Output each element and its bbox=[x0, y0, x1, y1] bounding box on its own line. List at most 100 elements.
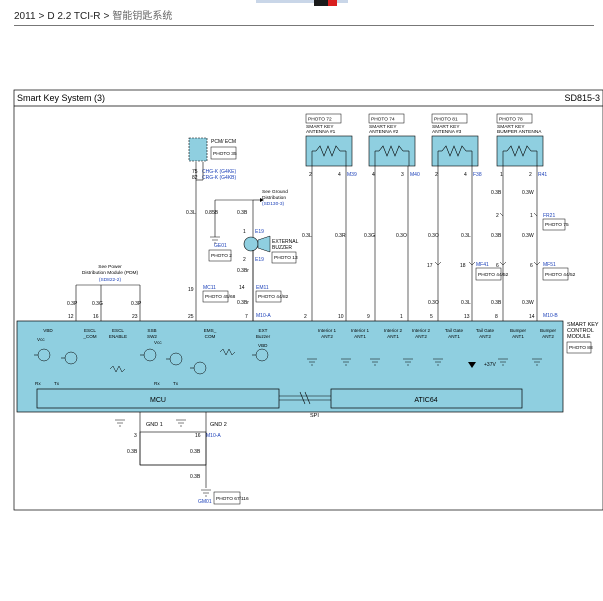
module-terminal: ANT1 bbox=[387, 334, 399, 339]
rx-label: Rx bbox=[35, 381, 41, 386]
rx-label: Rx bbox=[154, 381, 160, 386]
module-terminal: ANT2 bbox=[542, 334, 554, 339]
vcc-label: Vcc bbox=[154, 340, 162, 345]
wire-color-label: 0.3Br bbox=[237, 268, 249, 274]
module-pin: 14 bbox=[529, 314, 535, 320]
module-pin: 1 bbox=[400, 314, 403, 320]
module-terminal: Interior 1 bbox=[318, 328, 337, 333]
wire-color-label: 0.3B bbox=[491, 190, 502, 196]
antenna-title: ANTENNA #3 bbox=[432, 129, 462, 135]
module-pin: 9 bbox=[367, 314, 370, 320]
module-terminal: ANT1 bbox=[354, 334, 366, 339]
module-connector-top: M10-B bbox=[543, 313, 558, 319]
module-terminal: Interior 2 bbox=[384, 328, 403, 333]
module-pin: 10 bbox=[338, 314, 344, 320]
ground-distribution-ref: (SD130-3) bbox=[262, 201, 285, 207]
module-pin: 13 bbox=[464, 314, 470, 320]
fr21-pin: 1 bbox=[530, 213, 533, 219]
module-pin: 16 bbox=[93, 314, 99, 320]
module-pin: 8 bbox=[495, 314, 498, 320]
antenna-pin: 4 bbox=[464, 172, 467, 178]
vbd-label: VBD bbox=[258, 343, 268, 348]
module-terminal: ESCL bbox=[84, 328, 96, 333]
antenna-connector: M40 bbox=[410, 172, 420, 178]
antenna-pin: 1 bbox=[500, 172, 503, 178]
module-title: SMART KEY CONTROL MODULE bbox=[567, 322, 599, 340]
module-terminal: ANT1 bbox=[512, 334, 524, 339]
buzzer-connector: E19 bbox=[255, 229, 264, 235]
diagram-code: SD815-3 bbox=[564, 93, 600, 103]
wire-color-label: 0.3L bbox=[186, 210, 196, 216]
module-terminal: ENABLE bbox=[109, 334, 127, 339]
wire-color-label: 0.3W bbox=[522, 233, 534, 239]
module-terminal: ANT2 bbox=[321, 334, 333, 339]
wire-color-label: 0.3L bbox=[461, 300, 471, 306]
module-pin: 5 bbox=[430, 314, 433, 320]
tx-label: Tx bbox=[173, 381, 179, 386]
wire-color-label: 0.3B bbox=[237, 210, 248, 216]
wire-color-label: 0.3L bbox=[461, 233, 471, 239]
wire-color-label: 0.3O bbox=[396, 233, 407, 239]
module-pin: 2 bbox=[304, 314, 307, 320]
ground-distribution-note: See Ground Distribution bbox=[262, 189, 288, 201]
external-buzzer bbox=[243, 236, 259, 252]
gnd-pin: 3 bbox=[134, 433, 137, 439]
buzzer-pin: 1 bbox=[243, 229, 246, 235]
buzzer-photo: PHOTO 13 bbox=[274, 255, 298, 261]
antenna-title: BUMPER ANTENNA bbox=[497, 129, 542, 135]
module-terminal: Tail Gate bbox=[476, 328, 495, 333]
module-terminal: ANT2 bbox=[415, 334, 427, 339]
module-terminal: COM bbox=[205, 334, 216, 339]
em11-pin: 14 bbox=[239, 285, 245, 291]
pcm-connector: CRG-K (G4KB) bbox=[202, 175, 237, 181]
module-terminal: Tail Gate bbox=[445, 328, 464, 333]
ground-symbol-icon bbox=[176, 419, 186, 427]
mf51-photo: PHOTO 44/52 bbox=[545, 272, 576, 278]
spi-label: SPI bbox=[310, 413, 319, 419]
em11-photo: PHOTO 44/82 bbox=[258, 294, 289, 300]
wire-color-label: 0.3P bbox=[131, 301, 142, 307]
power-distribution-ref: (SD822-2) bbox=[99, 277, 122, 283]
antenna-photo: PHOTO 78 bbox=[499, 117, 523, 123]
wire-color-label: 0.3Br bbox=[237, 300, 249, 306]
wiring-diagram: Smart Key System (3) SD815-3 MCU ATIC64 … bbox=[13, 89, 603, 511]
mc11-pin: 19 bbox=[188, 287, 194, 293]
pcm-title: PCM/ ECM bbox=[211, 139, 236, 145]
ge01-label: GE01 bbox=[214, 243, 227, 249]
module-terminal: ANT2 bbox=[479, 334, 491, 339]
module-terminal: Interior 2 bbox=[412, 328, 431, 333]
gm01-label: GM01 bbox=[198, 499, 212, 505]
module-terminal: ESCL bbox=[112, 328, 124, 333]
diagram-title: Smart Key System (3) bbox=[17, 93, 105, 103]
v37-label: +37V bbox=[484, 362, 496, 368]
module-pin: 7 bbox=[245, 314, 248, 320]
mc11-photo: PHOTO 45/68 bbox=[205, 294, 236, 300]
antenna-photo: PHOTO 72 bbox=[308, 117, 332, 123]
wire-color-label: 0.3P bbox=[67, 301, 78, 307]
antenna-photo: PHOTO 81 bbox=[434, 117, 458, 123]
gnd-wire: 0.3B bbox=[190, 449, 201, 455]
antenna-pin: 2 bbox=[529, 172, 532, 178]
module-terminal: SW2 bbox=[147, 334, 157, 339]
antenna-photo: PHOTO 74 bbox=[371, 117, 395, 123]
gnd-wire: 0.3B bbox=[190, 474, 201, 480]
fr21-photo: PHOTO 75 bbox=[545, 222, 569, 228]
mf41-pin: 18 bbox=[460, 263, 466, 269]
module-terminal: VBD bbox=[43, 328, 53, 333]
antenna-title: ANTENNA #2 bbox=[369, 129, 399, 135]
mcu-label: MCU bbox=[150, 397, 166, 404]
wire-color-label: 0.3B bbox=[491, 300, 502, 306]
em11-label: EM11 bbox=[256, 285, 269, 291]
buzzer-horn-icon bbox=[257, 235, 271, 253]
antenna-connector: R41 bbox=[538, 172, 547, 178]
ground-symbol-icon bbox=[115, 419, 125, 427]
mf51-pin: 6 bbox=[496, 263, 499, 269]
fr21-pin: 2 bbox=[496, 213, 499, 219]
antenna-connector: M39 bbox=[347, 172, 357, 178]
module-terminal: SSB bbox=[147, 328, 156, 333]
module-terminal: EMS_ bbox=[204, 328, 217, 333]
gnd-wire: 0.3B bbox=[127, 449, 138, 455]
antenna-pin: 2 bbox=[309, 172, 312, 178]
module-pin: 12 bbox=[68, 314, 74, 320]
module-terminal: ANT1 bbox=[448, 334, 460, 339]
